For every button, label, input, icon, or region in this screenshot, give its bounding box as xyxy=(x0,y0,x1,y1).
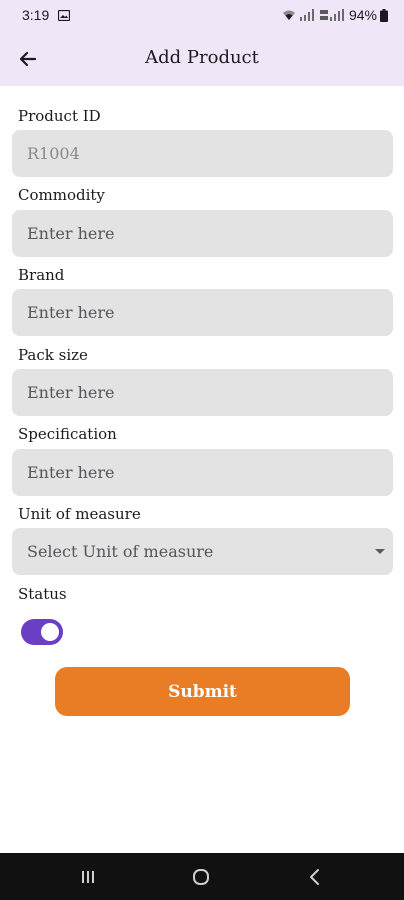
product-id-label: Product ID xyxy=(18,107,101,125)
pack-size-label: Pack size xyxy=(18,346,88,364)
submit-button[interactable]: Submit xyxy=(55,667,350,716)
unit-of-measure-label: Unit of measure xyxy=(18,505,141,523)
gallery-icon xyxy=(58,10,70,21)
status-bar: 3:19 94% xyxy=(0,0,404,32)
status-label: Status xyxy=(18,585,67,603)
navigation-bar xyxy=(0,853,404,900)
status-time: 3:19 xyxy=(22,7,50,23)
status-toggle[interactable] xyxy=(21,619,63,645)
recents-icon[interactable] xyxy=(76,865,100,889)
unit-of-measure-select[interactable]: Select Unit of measure xyxy=(12,528,393,575)
battery-percentage: 94% xyxy=(348,7,377,23)
chevron-left-icon[interactable] xyxy=(303,865,327,889)
status-icons: 94% xyxy=(282,7,388,23)
product-id-field: R1004 xyxy=(12,130,393,177)
commodity-label: Commodity xyxy=(18,186,105,204)
signal-icon xyxy=(319,9,344,21)
page-title: Add Product xyxy=(145,47,259,68)
brand-label: Brand xyxy=(18,266,65,284)
dropdown-arrow-icon xyxy=(375,549,385,554)
toggle-knob xyxy=(41,623,59,641)
specification-label: Specification xyxy=(18,425,117,443)
commodity-input[interactable]: Enter here xyxy=(12,210,393,257)
signal-icon xyxy=(299,9,314,21)
battery-icon xyxy=(380,8,388,22)
home-icon[interactable] xyxy=(189,865,213,889)
app-bar: Add Product xyxy=(0,32,404,86)
brand-input[interactable]: Enter here xyxy=(12,289,393,336)
wifi-icon xyxy=(282,10,295,20)
pack-size-input[interactable]: Enter here xyxy=(12,369,393,416)
unit-of-measure-selected: Select Unit of measure xyxy=(27,542,214,561)
specification-input[interactable]: Enter here xyxy=(12,449,393,496)
